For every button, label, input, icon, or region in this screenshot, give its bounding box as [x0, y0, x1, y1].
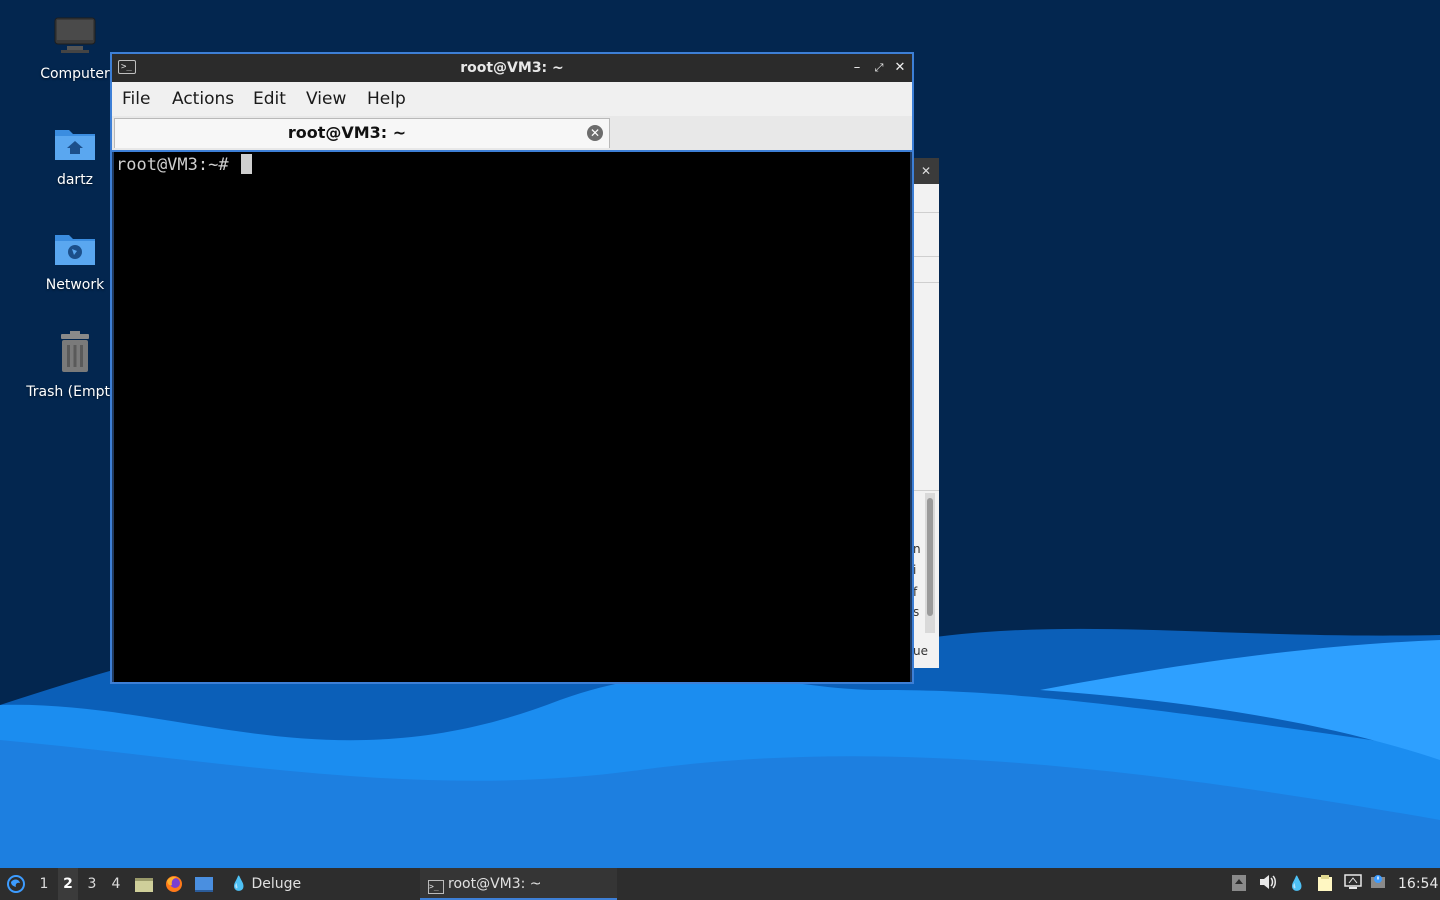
deluge-icon: 💧 — [230, 876, 248, 892]
menu-help[interactable]: Help — [367, 82, 406, 116]
window-title: root@VM3: ~ — [460, 60, 564, 76]
divider — [913, 212, 939, 213]
firefox-icon — [166, 876, 182, 892]
tab-bar: root@VM3: ~ ✕ — [112, 116, 912, 152]
workspace-3[interactable]: 3 — [82, 868, 102, 900]
file-manager-launcher[interactable] — [134, 868, 154, 900]
taskbar: 1 2 3 4 💧 Deluge >_ root@VM3: ~ 💧 16:54 — [0, 868, 1440, 900]
workspace-2[interactable]: 2 — [58, 868, 78, 900]
start-menu-button[interactable] — [4, 868, 28, 900]
workspace-1[interactable]: 1 — [34, 868, 54, 900]
lxqt-logo-icon — [7, 875, 25, 893]
menu-bar: File Actions Edit View Help — [112, 82, 912, 116]
task-label: root@VM3: ~ — [448, 876, 542, 892]
notification-icon[interactable] — [1369, 874, 1389, 894]
background-window[interactable]: ✕ n i f s ue — [912, 158, 939, 668]
menu-actions[interactable]: Actions — [172, 82, 234, 116]
terminal-icon: >_ — [428, 880, 444, 894]
task-deluge[interactable]: 💧 Deluge — [226, 868, 406, 900]
show-desktop-launcher[interactable] — [194, 868, 216, 900]
window-titlebar[interactable]: >_ root@VM3: ~ – ⤢ ✕ — [112, 54, 912, 82]
close-icon[interactable]: ✕ — [891, 58, 909, 78]
desktop-icon — [195, 877, 213, 892]
clipboard-icon[interactable] — [1315, 874, 1335, 894]
minimize-icon[interactable]: – — [848, 58, 866, 78]
menu-view[interactable]: View — [306, 82, 346, 116]
maximize-icon[interactable]: ⤢ — [870, 58, 888, 78]
terminal-window[interactable]: >_ root@VM3: ~ – ⤢ ✕ File Actions Edit V… — [110, 52, 914, 684]
divider — [913, 282, 939, 283]
deluge-tray-icon[interactable]: 💧 — [1288, 874, 1306, 894]
text-fragment: ue — [913, 644, 928, 658]
task-label: Deluge — [251, 876, 302, 892]
divider — [913, 490, 939, 491]
firefox-launcher[interactable] — [164, 868, 186, 900]
clock[interactable]: 16:54 — [1398, 868, 1438, 900]
text-cursor — [240, 154, 252, 174]
shell-prompt: root@VM3:~# — [116, 154, 252, 175]
text-fragment: n — [913, 542, 921, 556]
tray-expand-icon[interactable] — [1230, 874, 1248, 894]
background-window-close-icon[interactable]: ✕ — [913, 158, 939, 184]
workspace-4[interactable]: 4 — [106, 868, 126, 900]
prompt-text: root@VM3:~# — [116, 155, 229, 175]
menu-edit[interactable]: Edit — [253, 82, 286, 116]
file-manager-icon — [135, 878, 153, 892]
task-terminal[interactable]: >_ root@VM3: ~ — [420, 868, 617, 900]
background-window-scroll-thumb[interactable] — [927, 498, 933, 616]
tab-label: root@VM3: ~ — [287, 123, 407, 142]
volume-icon[interactable] — [1258, 874, 1278, 894]
terminal-output[interactable]: root@VM3:~# — [114, 152, 910, 682]
tab-terminal[interactable]: root@VM3: ~ ✕ — [114, 118, 610, 148]
network-icon[interactable] — [1343, 874, 1363, 894]
menu-file[interactable]: File — [122, 82, 150, 116]
divider — [913, 256, 939, 257]
tab-close-icon[interactable]: ✕ — [587, 125, 603, 141]
